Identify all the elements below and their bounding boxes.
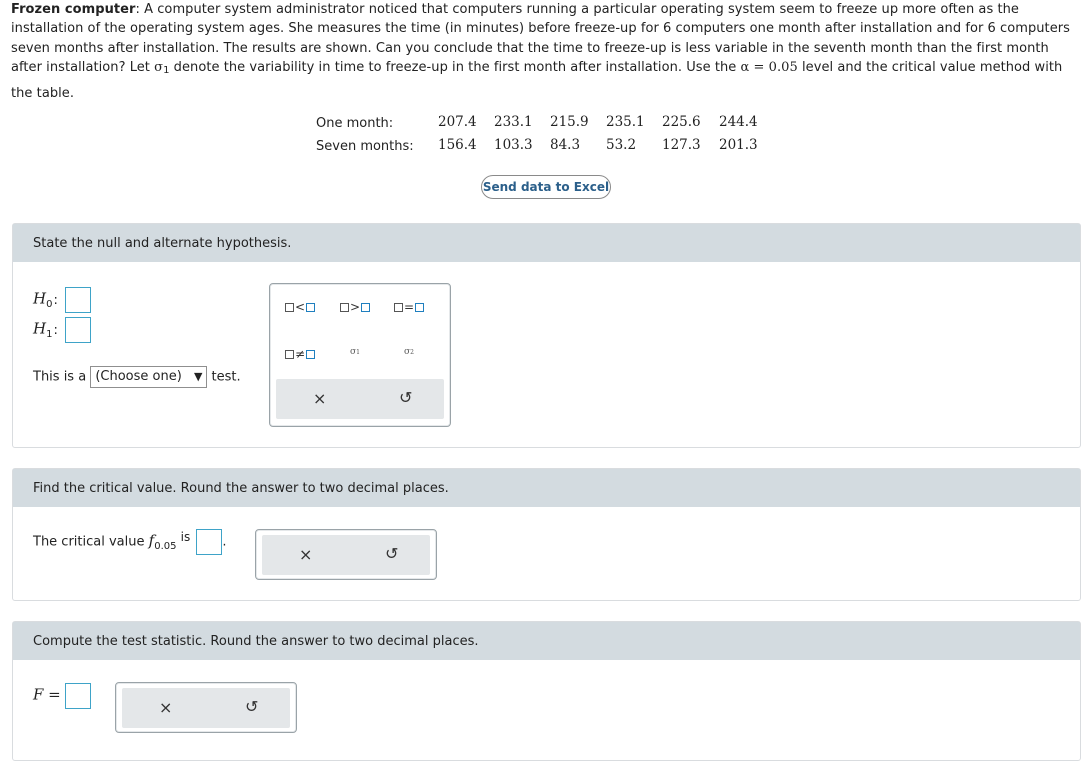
period: . — [222, 534, 227, 550]
data-cell: 53.2 — [606, 137, 637, 153]
h1-label: H — [33, 319, 47, 338]
sigma2-sub: 2 — [410, 348, 414, 356]
undo-icon[interactable]: ↺ — [245, 699, 258, 715]
palette-footer: × ↺ — [262, 535, 430, 575]
section-header: Find the critical value. Round the answe… — [13, 469, 1080, 507]
critical-value-row: The critical value f0.05 is . — [33, 529, 226, 555]
undo-icon[interactable]: ↺ — [399, 390, 412, 406]
h0-colon: : — [53, 292, 58, 308]
test-statistic-section: Compute the test statistic. Round the an… — [12, 621, 1081, 761]
critical-value-prefix: The critical value — [33, 534, 145, 550]
data-cell: 156.4 — [438, 137, 477, 153]
chevron-down-icon: ▼ — [193, 370, 203, 383]
greater-than-symbol: > — [350, 300, 361, 314]
symbol-palette: < > = ≠ σ1 σ2 × ↺ — [269, 283, 451, 427]
problem-line-4b: denote the variability in time to freeze… — [169, 60, 741, 76]
less-than-button[interactable]: < — [285, 300, 316, 314]
critical-value-section: Find the critical value. Round the answe… — [12, 468, 1081, 601]
problem-line-1: : A computer system administrator notice… — [135, 2, 1019, 17]
equals-button[interactable]: = — [394, 300, 425, 314]
greater-than-button[interactable]: > — [340, 300, 371, 314]
alpha-expression: α = 0.05 — [740, 60, 798, 76]
test-type-value: (Choose one) — [95, 369, 182, 384]
f-subscript: 0.05 — [154, 541, 177, 553]
clear-icon[interactable]: × — [313, 391, 326, 407]
sigma2-button[interactable]: σ2 — [404, 347, 414, 357]
sigma1-sub: 1 — [356, 348, 360, 356]
problem-line-2: installation of the operating system age… — [11, 21, 1070, 37]
h0-input[interactable] — [65, 287, 91, 313]
not-equal-button[interactable]: ≠ — [285, 347, 316, 361]
data-cell: 201.3 — [719, 137, 758, 153]
data-cell: 207.4 — [438, 114, 477, 130]
data-cell: 84.3 — [550, 137, 581, 153]
test-statistic-row: F = — [33, 683, 91, 709]
test-type-suffix: test. — [211, 369, 241, 385]
data-cell: 235.1 — [606, 114, 645, 130]
hypothesis-section: State the null and alternate hypothesis.… — [12, 223, 1081, 448]
data-cell: 225.6 — [662, 114, 701, 130]
h0-label: H — [33, 289, 47, 308]
f-statistic-input[interactable] — [64, 683, 91, 709]
problem-title: Frozen computer — [11, 2, 136, 17]
less-than-symbol: < — [295, 300, 306, 314]
h1-input[interactable] — [65, 317, 91, 343]
test-type-prefix: This is a — [33, 369, 87, 385]
clear-icon[interactable]: × — [299, 547, 312, 563]
sigma1-button[interactable]: σ1 — [350, 347, 360, 357]
problem-statement: Frozen computer: A computer system admin… — [11, 0, 1083, 103]
sigma-subscript: 1 — [163, 65, 170, 77]
not-equal-symbol: ≠ — [295, 347, 306, 361]
data-cell: 127.3 — [662, 137, 701, 153]
problem-line-4a: after installation? Let — [11, 60, 155, 76]
test-type-select[interactable]: (Choose one) ▼ — [90, 366, 208, 388]
equals-symbol: = — [404, 300, 415, 314]
clear-icon[interactable]: × — [159, 700, 172, 716]
send-to-excel-button[interactable]: Send data to Excel — [481, 175, 611, 199]
h1-colon: : — [53, 322, 58, 338]
problem-line-4c: level and the critical value method with — [797, 60, 1063, 76]
test-statistic-palette: × ↺ — [115, 682, 297, 733]
sigma-symbol: σ — [154, 60, 164, 76]
row-label: Seven months: — [316, 139, 414, 154]
data-cell: 103.3 — [494, 137, 533, 153]
row-label: One month: — [316, 116, 394, 131]
problem-line-5: the table. — [11, 85, 75, 101]
data-cell: 233.1 — [494, 114, 533, 130]
section-header: State the null and alternate hypothesis. — [13, 224, 1080, 262]
h1-subscript: 1 — [46, 329, 53, 341]
critical-value-suffix: is — [180, 529, 191, 544]
undo-icon[interactable]: ↺ — [385, 546, 398, 562]
problem-line-3: seven months after installation. The res… — [11, 40, 1049, 56]
data-cell: 244.4 — [719, 114, 758, 130]
h0-row: H0: — [33, 287, 91, 313]
palette-footer: × ↺ — [276, 379, 444, 419]
f-statistic-label: F = — [33, 685, 61, 704]
section-header: Compute the test statistic. Round the an… — [13, 622, 1080, 660]
data-cell: 215.9 — [550, 114, 589, 130]
test-type-row: This is a (Choose one) ▼ test. — [33, 366, 241, 388]
palette-footer: × ↺ — [122, 688, 290, 728]
critical-value-input[interactable] — [196, 529, 223, 555]
h1-row: H1: — [33, 317, 91, 343]
critical-value-palette: × ↺ — [255, 529, 437, 580]
h0-subscript: 0 — [46, 299, 53, 311]
